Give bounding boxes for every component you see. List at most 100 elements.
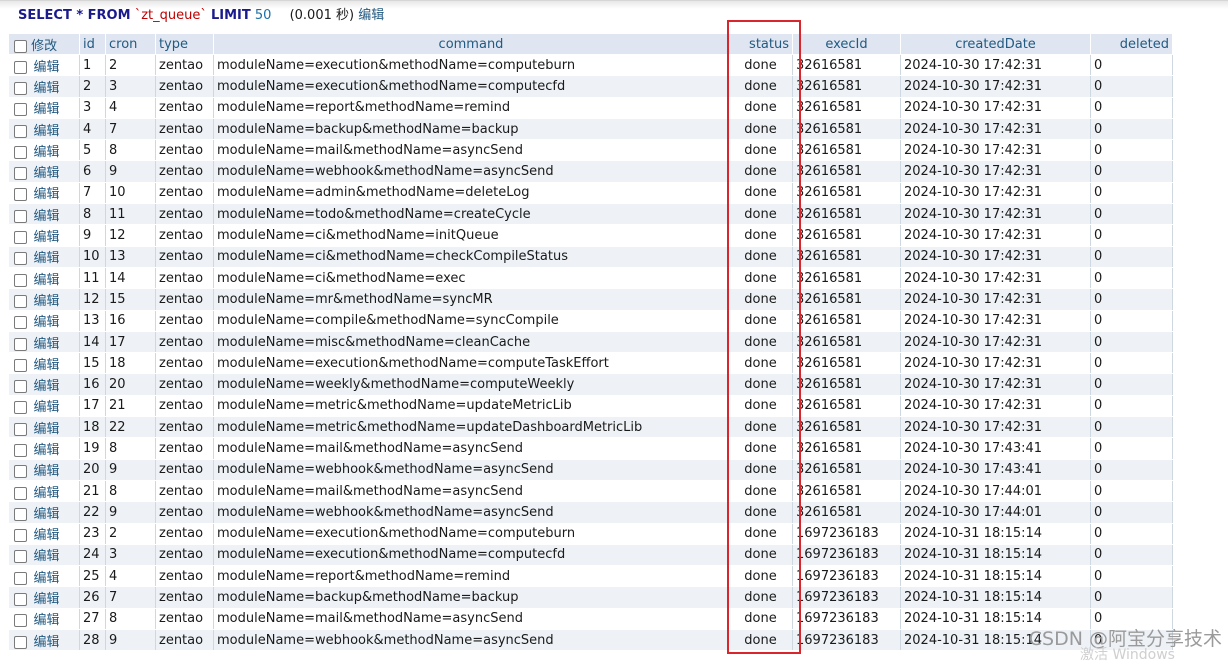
- column-header-execid[interactable]: execId: [792, 33, 901, 55]
- column-header-status[interactable]: status: [728, 33, 793, 55]
- table-row[interactable]: 编辑 6 9 zentao moduleName=webhook&methodName=…: [8, 160, 1173, 183]
- table-row[interactable]: 编辑 16 20 zentao moduleName=weekly&methodName…: [8, 373, 1173, 396]
- row-checkbox[interactable]: [13, 550, 27, 564]
- edit-query-link[interactable]: 编辑: [358, 8, 384, 23]
- row-checkbox[interactable]: [13, 81, 27, 95]
- edit-row-link[interactable]: 编辑: [34, 486, 60, 501]
- edit-row-link[interactable]: 编辑: [34, 102, 60, 117]
- row-checkbox[interactable]: [13, 316, 27, 330]
- cell-type: zentao: [155, 97, 214, 119]
- column-header-id[interactable]: id: [79, 33, 106, 55]
- row-checkbox[interactable]: [13, 60, 27, 74]
- table-row[interactable]: 编辑 28 9 zentao moduleName=webhook&methodName…: [8, 629, 1173, 652]
- row-checkbox[interactable]: [13, 507, 27, 521]
- row-checkbox[interactable]: [13, 571, 27, 585]
- edit-row-link[interactable]: 编辑: [34, 358, 60, 373]
- row-checkbox[interactable]: [13, 401, 27, 415]
- column-header-createddate[interactable]: createdDate: [900, 33, 1091, 55]
- row-checkbox[interactable]: [13, 145, 27, 159]
- edit-row-link[interactable]: 编辑: [34, 60, 60, 75]
- edit-row-link[interactable]: 编辑: [34, 209, 60, 224]
- row-checkbox[interactable]: [13, 273, 27, 287]
- table-row[interactable]: 编辑 1 2 zentao moduleName=execution&methodNam…: [8, 54, 1173, 77]
- table-row[interactable]: 编辑 4 7 zentao moduleName=backup&methodName=b…: [8, 118, 1173, 141]
- table-row[interactable]: 编辑 11 14 zentao moduleName=ci&methodName=exe…: [8, 267, 1173, 290]
- row-checkbox[interactable]: [13, 529, 27, 543]
- column-header-type[interactable]: type: [155, 33, 214, 55]
- row-checkbox[interactable]: [13, 103, 27, 117]
- table-row[interactable]: 编辑 14 17 zentao moduleName=misc&methodName=c…: [8, 331, 1173, 354]
- table-row[interactable]: 编辑 3 4 zentao moduleName=report&methodName=r…: [8, 97, 1173, 119]
- edit-row-link[interactable]: 编辑: [34, 230, 60, 245]
- edit-row-link[interactable]: 编辑: [34, 549, 60, 564]
- edit-row-link[interactable]: 编辑: [34, 166, 60, 181]
- edit-row-link[interactable]: 编辑: [34, 422, 60, 437]
- edit-row-link[interactable]: 编辑: [34, 124, 60, 139]
- row-checkbox[interactable]: [13, 294, 27, 308]
- row-checkbox[interactable]: [13, 231, 27, 245]
- edit-row-link[interactable]: 编辑: [34, 251, 60, 266]
- cell-type: zentao: [155, 118, 214, 141]
- column-header-deleted[interactable]: deleted: [1090, 33, 1173, 55]
- edit-row-link[interactable]: 编辑: [34, 635, 60, 650]
- table-row[interactable]: 编辑 19 8 zentao moduleName=mail&methodName=as…: [8, 437, 1173, 460]
- edit-row-link[interactable]: 编辑: [34, 187, 60, 202]
- table-row[interactable]: 编辑 12 15 zentao moduleName=mr&methodName=syn…: [8, 288, 1173, 311]
- table-row[interactable]: 编辑 15 18 zentao moduleName=execution&methodN…: [8, 352, 1173, 375]
- row-checkbox[interactable]: [13, 614, 27, 628]
- edit-row-link[interactable]: 编辑: [34, 528, 60, 543]
- table-row[interactable]: 编辑 20 9 zentao moduleName=webhook&methodName…: [8, 459, 1173, 481]
- row-checkbox[interactable]: [13, 465, 27, 479]
- edit-row-link[interactable]: 编辑: [34, 613, 60, 628]
- table-row[interactable]: 编辑 5 8 zentao moduleName=mail&methodName=asy…: [8, 139, 1173, 162]
- row-checkbox[interactable]: [13, 635, 27, 649]
- table-row[interactable]: 编辑 9 12 zentao moduleName=ci&methodName=init…: [8, 224, 1173, 247]
- cell-type: zentao: [155, 480, 214, 503]
- row-checkbox[interactable]: [13, 209, 27, 223]
- edit-row-link[interactable]: 编辑: [34, 145, 60, 160]
- row-checkbox[interactable]: [13, 188, 27, 202]
- column-header-edit[interactable]: 修改: [31, 39, 57, 54]
- row-checkbox[interactable]: [13, 252, 27, 266]
- table-row[interactable]: 编辑 27 8 zentao moduleName=mail&methodName=as…: [8, 608, 1173, 631]
- edit-row-link[interactable]: 编辑: [34, 400, 60, 415]
- row-checkbox[interactable]: [13, 422, 27, 436]
- row-checkbox[interactable]: [13, 443, 27, 457]
- edit-row-link[interactable]: 编辑: [34, 443, 60, 458]
- row-checkbox[interactable]: [13, 593, 27, 607]
- results-table: 修改 id cron type command status execId cr…: [8, 33, 1173, 652]
- edit-row-link[interactable]: 编辑: [34, 571, 60, 586]
- row-checkbox[interactable]: [13, 486, 27, 500]
- row-checkbox[interactable]: [13, 380, 27, 394]
- row-checkbox[interactable]: [13, 167, 27, 181]
- edit-row-link[interactable]: 编辑: [34, 464, 60, 479]
- table-row[interactable]: 编辑 22 9 zentao moduleName=webhook&methodName…: [8, 501, 1173, 524]
- table-row[interactable]: 编辑 7 10 zentao moduleName=admin&methodName=d…: [8, 182, 1173, 205]
- edit-row-link[interactable]: 编辑: [34, 315, 60, 330]
- table-row[interactable]: 编辑 2 3 zentao moduleName=execution&methodNam…: [8, 75, 1173, 98]
- table-row[interactable]: 编辑 24 3 zentao moduleName=execution&methodNa…: [8, 544, 1173, 567]
- table-row[interactable]: 编辑 17 21 zentao moduleName=metric&methodName…: [8, 395, 1173, 418]
- table-row[interactable]: 编辑 8 11 zentao moduleName=todo&methodName=cr…: [8, 203, 1173, 226]
- table-row[interactable]: 编辑 10 13 zentao moduleName=ci&methodName=che…: [8, 246, 1173, 268]
- row-checkbox[interactable]: [13, 358, 27, 372]
- row-checkbox[interactable]: [13, 124, 27, 138]
- edit-row-link[interactable]: 编辑: [34, 592, 60, 607]
- edit-row-link[interactable]: 编辑: [34, 507, 60, 522]
- edit-row-link[interactable]: 编辑: [34, 379, 60, 394]
- table-row[interactable]: 编辑 18 22 zentao moduleName=metric&methodName…: [8, 416, 1173, 439]
- edit-row-link[interactable]: 编辑: [34, 337, 60, 352]
- column-header-command[interactable]: command: [213, 33, 729, 55]
- table-row[interactable]: 编辑 21 8 zentao moduleName=mail&methodName=as…: [8, 480, 1173, 503]
- select-all-checkbox[interactable]: [14, 39, 27, 53]
- edit-row-link[interactable]: 编辑: [34, 81, 60, 96]
- column-header-cron[interactable]: cron: [105, 33, 156, 55]
- table-row[interactable]: 编辑 26 7 zentao moduleName=backup&methodName=…: [8, 586, 1173, 609]
- edit-row-link[interactable]: 编辑: [34, 273, 60, 288]
- header-select-edit[interactable]: 修改: [8, 33, 80, 55]
- table-row[interactable]: 编辑 25 4 zentao moduleName=report&methodName=…: [8, 565, 1173, 588]
- row-checkbox[interactable]: [13, 337, 27, 351]
- edit-row-link[interactable]: 编辑: [34, 294, 60, 309]
- table-row[interactable]: 编辑 13 16 zentao moduleName=compile&methodNam…: [8, 310, 1173, 332]
- table-row[interactable]: 编辑 23 2 zentao moduleName=execution&methodNa…: [8, 523, 1173, 545]
